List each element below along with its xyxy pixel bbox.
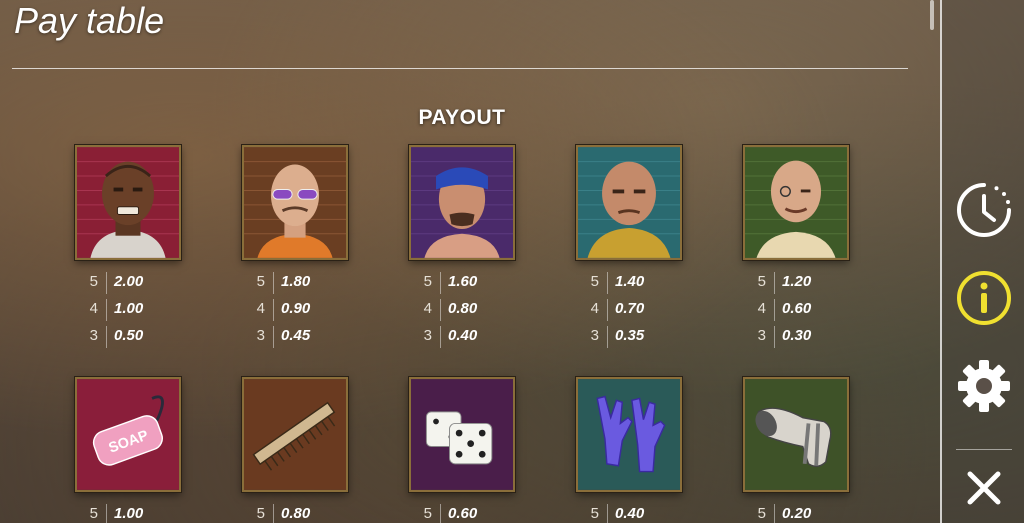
side-menu bbox=[940, 0, 1024, 523]
pay-row: 4 1.00 bbox=[68, 297, 188, 324]
pay-value: 0.80 bbox=[281, 505, 311, 522]
pay-count: 3 bbox=[423, 327, 432, 344]
paytable-dice: 5 0.60 bbox=[402, 502, 522, 523]
pay-row: 5 0.20 bbox=[736, 502, 856, 523]
pay-count: 5 bbox=[89, 505, 98, 522]
pay-count: 5 bbox=[757, 505, 766, 522]
pay-value: 0.40 bbox=[448, 327, 478, 344]
paytable-inmate-sunglasses: 5 1.80 4 0.90 3 0.45 bbox=[235, 270, 355, 351]
pay-count: 3 bbox=[256, 327, 265, 344]
inmate-sunglasses-symbol bbox=[242, 145, 348, 260]
pay-row: 5 1.80 bbox=[235, 270, 355, 297]
pay-count: 5 bbox=[256, 273, 265, 290]
pay-row: 5 0.60 bbox=[402, 502, 522, 523]
soap-symbol: SOAP bbox=[75, 377, 181, 492]
paytable-comb: 5 0.80 bbox=[235, 502, 355, 523]
pay-count: 3 bbox=[757, 327, 766, 344]
pay-value: 0.60 bbox=[782, 300, 812, 317]
pay-value: 1.60 bbox=[448, 273, 478, 290]
pay-value: 0.90 bbox=[281, 300, 311, 317]
pay-value: 0.40 bbox=[615, 505, 645, 522]
pay-row: 5 1.60 bbox=[402, 270, 522, 297]
pay-value: 2.00 bbox=[114, 273, 144, 290]
paytable-inmate-old: 5 1.20 4 0.60 3 0.30 bbox=[736, 270, 856, 351]
pay-row: 4 0.60 bbox=[736, 297, 856, 324]
pay-count: 5 bbox=[256, 505, 265, 522]
pay-row: 5 1.20 bbox=[736, 270, 856, 297]
pay-count: 4 bbox=[590, 300, 599, 317]
gloves-symbol bbox=[576, 377, 682, 492]
pay-value: 0.60 bbox=[448, 505, 478, 522]
pay-row: 3 0.30 bbox=[736, 324, 856, 351]
pay-row: 3 0.50 bbox=[68, 324, 188, 351]
close-button[interactable] bbox=[952, 456, 1016, 520]
info-icon bbox=[957, 271, 1011, 325]
pay-value: 1.00 bbox=[114, 300, 144, 317]
paytable-inmate-tattooed: 5 2.00 4 1.00 3 0.50 bbox=[68, 270, 188, 351]
inmate-bald-symbol bbox=[576, 145, 682, 260]
pay-value: 0.30 bbox=[782, 327, 812, 344]
pay-value: 0.20 bbox=[782, 505, 812, 522]
pay-value: 1.40 bbox=[615, 273, 645, 290]
pay-count: 4 bbox=[256, 300, 265, 317]
paytable-inmate-bald: 5 1.40 4 0.70 3 0.35 bbox=[569, 270, 689, 351]
pay-count: 5 bbox=[423, 505, 432, 522]
gear-icon bbox=[958, 360, 1010, 412]
pay-count: 4 bbox=[423, 300, 432, 317]
pay-value: 1.80 bbox=[281, 273, 311, 290]
pay-row: 5 0.80 bbox=[235, 502, 355, 523]
dice-symbol bbox=[409, 377, 515, 492]
comb-symbol bbox=[242, 377, 348, 492]
pay-row: 5 1.40 bbox=[569, 270, 689, 297]
paytable-inmate-bandana: 5 1.60 4 0.80 3 0.40 bbox=[402, 270, 522, 351]
pay-count: 5 bbox=[757, 273, 766, 290]
pay-row: 3 0.35 bbox=[569, 324, 689, 351]
pay-value: 1.20 bbox=[782, 273, 812, 290]
inmate-old-symbol bbox=[743, 145, 849, 260]
pay-count: 5 bbox=[590, 505, 599, 522]
pay-value: 0.70 bbox=[615, 300, 645, 317]
info-button[interactable] bbox=[952, 266, 1016, 330]
clock-history-icon bbox=[957, 183, 1011, 237]
inmate-tattooed-symbol bbox=[75, 145, 181, 260]
pay-value: 0.50 bbox=[114, 327, 144, 344]
inmate-bandana-symbol bbox=[409, 145, 515, 260]
scrollbar-thumb[interactable] bbox=[930, 0, 934, 30]
paytable-gloves: 5 0.40 bbox=[569, 502, 689, 523]
pay-row: 3 0.40 bbox=[402, 324, 522, 351]
paytable-panel: Pay table PAYOUT SOAP 5 2.00 4 1.00 3 0.… bbox=[0, 0, 940, 523]
paytable-sock: 5 0.20 bbox=[736, 502, 856, 523]
side-menu-divider bbox=[956, 449, 1012, 450]
pay-value: 0.80 bbox=[448, 300, 478, 317]
pay-count: 4 bbox=[757, 300, 766, 317]
history-button[interactable] bbox=[952, 178, 1016, 242]
pay-count: 5 bbox=[590, 273, 599, 290]
pay-row: 5 1.00 bbox=[68, 502, 188, 523]
title-divider bbox=[12, 68, 908, 69]
pay-row: 4 0.70 bbox=[569, 297, 689, 324]
pay-value: 0.35 bbox=[615, 327, 645, 344]
pay-count: 5 bbox=[423, 273, 432, 290]
page-title: Pay table bbox=[14, 0, 165, 41]
pay-row: 3 0.45 bbox=[235, 324, 355, 351]
pay-count: 3 bbox=[89, 327, 98, 344]
sock-symbol bbox=[743, 377, 849, 492]
pay-row: 5 0.40 bbox=[569, 502, 689, 523]
pay-count: 4 bbox=[89, 300, 98, 317]
pay-value: 1.00 bbox=[114, 505, 144, 522]
settings-button[interactable] bbox=[952, 354, 1016, 418]
paytable-soap: 5 1.00 bbox=[68, 502, 188, 523]
pay-value: 0.45 bbox=[281, 327, 311, 344]
close-icon bbox=[967, 471, 1001, 505]
pay-count: 5 bbox=[89, 273, 98, 290]
pay-row: 5 2.00 bbox=[68, 270, 188, 297]
pay-count: 3 bbox=[590, 327, 599, 344]
pay-row: 4 0.90 bbox=[235, 297, 355, 324]
pay-row: 4 0.80 bbox=[402, 297, 522, 324]
section-heading: PAYOUT bbox=[418, 106, 506, 129]
